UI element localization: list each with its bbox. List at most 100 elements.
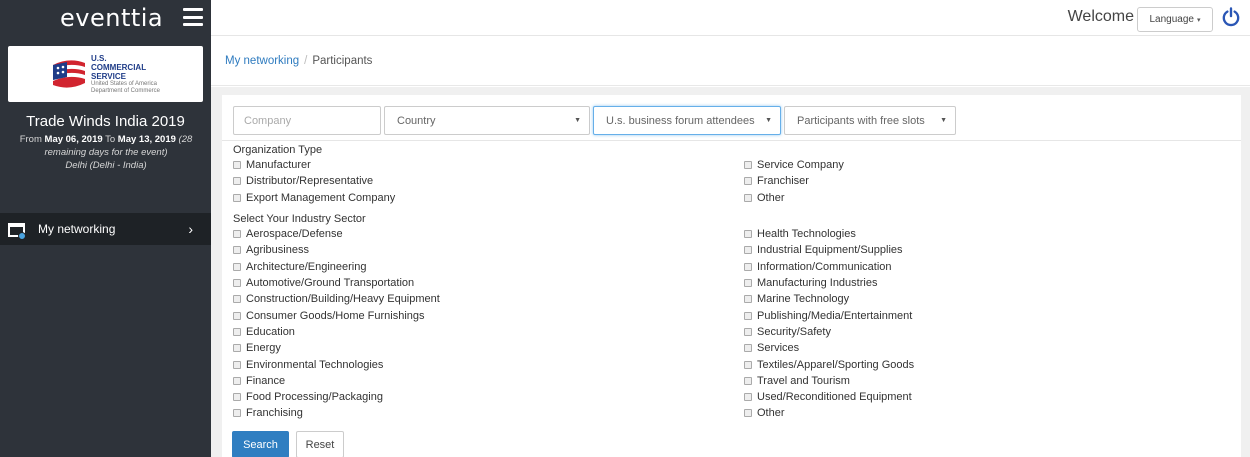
checkbox-option[interactable]: Architecture/Engineering xyxy=(233,259,440,275)
checkbox-option[interactable]: Health Technologies xyxy=(744,226,914,242)
search-button[interactable]: Search xyxy=(232,431,289,457)
checkbox[interactable] xyxy=(744,393,752,402)
free-slots-select[interactable]: Participants with free slots ▼ xyxy=(784,106,956,135)
checkbox-option[interactable]: Information/Communication xyxy=(744,259,914,275)
checkbox-option[interactable]: Travel and Tourism xyxy=(744,373,914,389)
checkbox[interactable] xyxy=(233,279,241,288)
checkbox[interactable] xyxy=(233,295,241,304)
checkbox[interactable] xyxy=(233,262,241,271)
breadcrumb-my-networking-link[interactable]: My networking xyxy=(225,55,299,67)
event-title: Trade Winds India 2019 xyxy=(26,113,185,130)
checkbox-option[interactable]: Energy xyxy=(233,340,440,356)
logo-line-3: SERVICE xyxy=(90,71,126,81)
checkbox[interactable] xyxy=(744,311,752,320)
calendar-icon xyxy=(8,220,26,240)
hamburger-menu-icon[interactable] xyxy=(183,8,203,26)
welcome-text: Welcome xyxy=(1067,8,1134,25)
caret-down-icon: ▾ xyxy=(1196,16,1201,24)
checkbox-option[interactable]: Automotive/Ground Transportation xyxy=(233,275,440,291)
checkbox-option[interactable]: Construction/Building/Heavy Equipment xyxy=(233,291,440,307)
attendees-select[interactable]: U.s. business forum attendees ▼ xyxy=(593,106,781,135)
checkbox-label: Services xyxy=(757,342,800,355)
checkbox[interactable] xyxy=(233,230,241,239)
checkbox[interactable] xyxy=(744,193,752,202)
checkbox[interactable] xyxy=(744,161,752,170)
checkbox[interactable] xyxy=(744,246,752,255)
checkbox[interactable] xyxy=(233,376,241,385)
checkbox-label: Information/Communication xyxy=(757,260,892,273)
breadcrumb: My networking / Participants xyxy=(211,37,1250,86)
checkbox[interactable] xyxy=(233,327,241,336)
checkbox-label: Energy xyxy=(246,342,281,355)
checkbox-option[interactable]: Franchising xyxy=(233,405,440,421)
checkbox[interactable] xyxy=(233,360,241,369)
sidebar-item-my-networking[interactable]: My networking › xyxy=(0,213,211,245)
checkbox-label: Other xyxy=(757,191,785,204)
checkbox[interactable] xyxy=(233,409,241,418)
brand-logo[interactable]: eventtia xyxy=(60,4,163,32)
checkbox-option[interactable]: Manufacturing Industries xyxy=(744,275,914,291)
checkbox-option[interactable]: Other xyxy=(744,405,914,421)
checkbox[interactable] xyxy=(744,344,752,353)
checkbox-option[interactable]: Export Management Company xyxy=(233,190,395,206)
checkbox-option[interactable]: Franchiser xyxy=(744,173,844,189)
country-select[interactable]: Country ▼ xyxy=(384,106,590,135)
checkbox-option[interactable]: Consumer Goods/Home Furnishings xyxy=(233,307,440,323)
checkbox-option[interactable]: Distributor/Representative xyxy=(233,173,395,189)
checkbox-option[interactable]: Finance xyxy=(233,373,440,389)
checkbox-option[interactable]: Service Company xyxy=(744,157,844,173)
checkbox-label: Manufacturer xyxy=(246,159,311,172)
checkbox[interactable] xyxy=(744,279,752,288)
checkbox-option[interactable]: Agribusiness xyxy=(233,242,440,258)
checkbox[interactable] xyxy=(233,193,241,202)
checkbox[interactable] xyxy=(744,295,752,304)
checkbox-option[interactable]: Publishing/Media/Entertainment xyxy=(744,307,914,323)
checkbox-option[interactable]: Security/Safety xyxy=(744,324,914,340)
checkbox-label: Franchiser xyxy=(757,175,809,188)
checkbox-option[interactable]: Used/Reconditioned Equipment xyxy=(744,389,914,405)
industry-left-column: Aerospace/Defense Agribusiness Architectur… xyxy=(233,226,440,422)
checkbox-option[interactable]: Other xyxy=(744,190,844,206)
checkbox-label: Consumer Goods/Home Furnishings xyxy=(246,309,425,322)
language-label: Language xyxy=(1149,14,1194,25)
checkbox-label: Aerospace/Defense xyxy=(246,228,343,241)
event-location: Delhi (Delhi - India) xyxy=(65,160,147,171)
power-icon[interactable] xyxy=(1222,7,1240,27)
checkbox[interactable] xyxy=(744,327,752,336)
filter-bar: Company Country ▼ U.s. business forum at… xyxy=(233,106,959,135)
checkbox[interactable] xyxy=(233,344,241,353)
checkbox-option[interactable]: Manufacturer xyxy=(233,157,395,173)
checkbox-option[interactable]: Marine Technology xyxy=(744,291,914,307)
company-input[interactable]: Company xyxy=(233,106,381,135)
checkbox-label: Food Processing/Packaging xyxy=(246,391,383,404)
checkbox-option[interactable]: Services xyxy=(744,340,914,356)
checkbox[interactable] xyxy=(744,177,752,186)
attendees-select-value: U.s. business forum attendees xyxy=(606,114,755,127)
checkbox[interactable] xyxy=(744,230,752,239)
top-bar: Welcome Language ▾ xyxy=(211,0,1250,36)
reset-button[interactable]: Reset xyxy=(296,431,344,457)
checkbox[interactable] xyxy=(233,393,241,402)
checkbox[interactable] xyxy=(744,409,752,418)
checkbox[interactable] xyxy=(233,311,241,320)
checkbox-option[interactable]: Environmental Technologies xyxy=(233,356,440,372)
checkbox-label: Architecture/Engineering xyxy=(246,260,367,273)
checkbox-option[interactable]: Food Processing/Packaging xyxy=(233,389,440,405)
caret-down-icon: ▼ xyxy=(765,117,772,124)
event-dates: From May 06, 2019 To May 13, 2019 (28 re… xyxy=(4,133,208,172)
checkbox-option[interactable]: Industrial Equipment/Supplies xyxy=(744,242,914,258)
main-content: Company Country ▼ U.s. business forum at… xyxy=(211,87,1250,457)
checkbox[interactable] xyxy=(233,246,241,255)
dates-to: To xyxy=(105,134,116,145)
checkbox-option[interactable]: Aerospace/Defense xyxy=(233,226,440,242)
checkbox-option[interactable]: Textiles/Apparel/Sporting Goods xyxy=(744,356,914,372)
checkbox[interactable] xyxy=(744,360,752,369)
checkbox[interactable] xyxy=(744,376,752,385)
checkbox-label: Agribusiness xyxy=(246,244,309,257)
chevron-right-icon: › xyxy=(188,221,193,237)
checkbox[interactable] xyxy=(744,262,752,271)
checkbox[interactable] xyxy=(233,177,241,186)
checkbox-option[interactable]: Education xyxy=(233,324,440,340)
checkbox[interactable] xyxy=(233,161,241,170)
language-dropdown[interactable]: Language ▾ xyxy=(1137,7,1213,32)
